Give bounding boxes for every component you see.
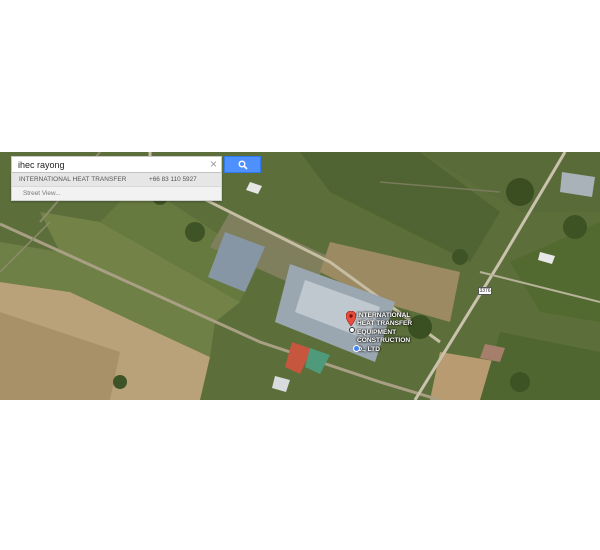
clear-icon[interactable]: × (210, 158, 217, 171)
marker-label-line: EQUIPMENT (357, 328, 397, 336)
suggestion-item[interactable]: INTERNATIONAL HEAT TRANSFER +66 83 110 5… (12, 173, 221, 187)
map-pin-icon (345, 310, 357, 327)
route-shield: 3376 (478, 287, 492, 295)
suggestion-phone: +66 83 110 5927 (149, 176, 197, 183)
marker-label-line: CONSTRUCTION (357, 337, 411, 345)
location-dot[interactable] (353, 345, 360, 352)
place-info-icon[interactable] (349, 327, 355, 333)
street-view-label: Street View... (23, 190, 61, 197)
marker-label: INTERNATIONAL HEAT TRANSFER EQUIPMENT CO… (357, 312, 421, 354)
search-button[interactable] (224, 156, 261, 173)
search-icon (238, 160, 248, 170)
marker-label-line: HEAT TRANSFER (357, 320, 413, 328)
search-box[interactable]: × (11, 156, 222, 173)
search-input[interactable] (12, 157, 208, 172)
street-view-link[interactable]: Street View... (12, 187, 221, 200)
search-suggestions: INTERNATIONAL HEAT TRANSFER +66 83 110 5… (11, 173, 222, 201)
suggestion-name: INTERNATIONAL HEAT TRANSFER (19, 176, 127, 183)
marker-label-line: O., LTD (357, 345, 380, 353)
